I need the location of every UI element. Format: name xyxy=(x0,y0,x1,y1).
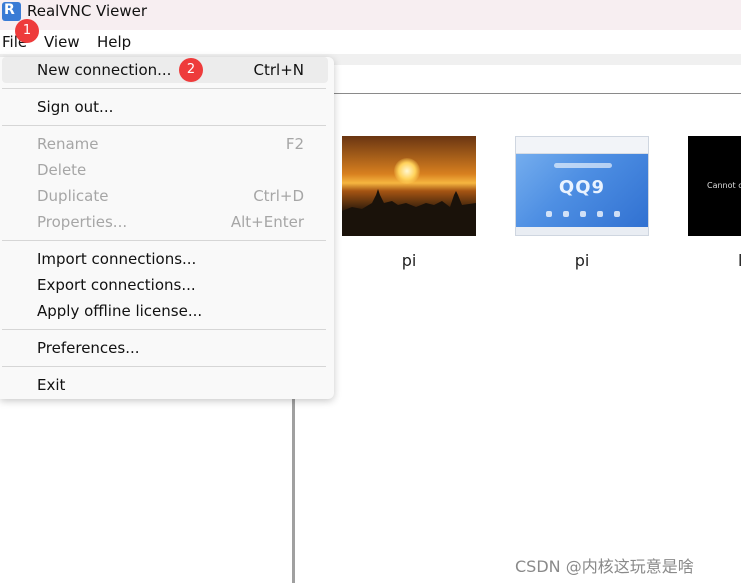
temple-silhouette xyxy=(342,189,476,236)
connection-tile-1[interactable]: pi xyxy=(342,136,476,270)
browser-toolbar-graphic xyxy=(516,137,648,154)
menu-view[interactable]: View xyxy=(44,33,80,51)
connection-name: pi xyxy=(574,251,590,270)
menu-item-delete: Delete xyxy=(2,157,328,183)
menu-item-label: Apply offline license... xyxy=(37,302,203,320)
file-menu-dropdown: New connection... Ctrl+N 2 Sign out... R… xyxy=(0,57,334,399)
menu-item-label: Properties... xyxy=(37,213,128,231)
menu-item-label: Sign out... xyxy=(37,98,114,116)
menu-separator xyxy=(2,329,326,330)
menu-item-exit[interactable]: Exit xyxy=(2,372,328,398)
shortcut-icon xyxy=(614,211,620,217)
menu-separator xyxy=(2,366,326,367)
menu-item-properties: Properties... Alt+Enter xyxy=(2,209,328,235)
menu-item-apply-offline-license[interactable]: Apply offline license... xyxy=(2,298,328,324)
menu-item-label: Export connections... xyxy=(37,276,196,294)
menu-item-preferences[interactable]: Preferences... xyxy=(2,335,328,361)
menu-separator xyxy=(2,240,326,241)
shortcut-icons xyxy=(546,211,620,217)
connection-name: pi xyxy=(401,251,417,270)
shortcut-icon xyxy=(546,211,552,217)
shortcut-icon xyxy=(580,211,586,217)
menu-item-shortcut: Alt+Enter xyxy=(230,213,304,231)
menu-item-duplicate: Duplicate Ctrl+D xyxy=(2,183,328,209)
connection-thumbnail-sunset xyxy=(342,136,476,236)
menu-item-new-connection[interactable]: New connection... Ctrl+N 2 xyxy=(2,57,328,83)
menu-item-sign-out[interactable]: Sign out... xyxy=(2,94,328,120)
title-bar: RealVNC Viewer xyxy=(0,0,741,30)
browser-search-graphic xyxy=(554,163,612,168)
thumbnail-logo: QQ9 xyxy=(558,177,606,198)
menu-item-label: Preferences... xyxy=(37,339,140,357)
step-badge-1: 1 xyxy=(15,19,39,43)
menu-item-export-connections[interactable]: Export connections... xyxy=(2,272,328,298)
menu-item-label: Duplicate xyxy=(37,187,109,205)
step-badge-2: 2 xyxy=(179,58,203,82)
thumbnail-message: Cannot cu xyxy=(707,181,741,190)
connection-thumbnail-desktop: QQ9 xyxy=(515,136,649,236)
taskbar-graphic xyxy=(516,227,648,235)
connection-tile-3[interactable]: Cannot cu l xyxy=(688,136,741,270)
window-title: RealVNC Viewer xyxy=(27,2,148,20)
menu-separator xyxy=(2,125,326,126)
menu-item-rename: Rename F2 xyxy=(2,131,328,157)
realvnc-logo-icon xyxy=(2,2,21,21)
menu-item-label: New connection... xyxy=(37,61,172,79)
menu-item-label: Delete xyxy=(37,161,87,179)
menu-item-label: Rename xyxy=(37,135,99,153)
menu-item-shortcut: F2 xyxy=(285,135,304,153)
menu-item-label: Exit xyxy=(37,376,66,394)
menu-item-shortcut: Ctrl+N xyxy=(253,61,304,79)
connection-thumbnail-black: Cannot cu xyxy=(688,136,741,236)
menu-item-shortcut: Ctrl+D xyxy=(253,187,304,205)
menu-item-label: Import connections... xyxy=(37,250,197,268)
shortcut-icon xyxy=(597,211,603,217)
connection-tile-2[interactable]: QQ9 pi xyxy=(515,136,649,270)
menu-bar: File View Help xyxy=(0,30,741,54)
menu-help[interactable]: Help xyxy=(97,33,131,51)
menu-separator xyxy=(2,88,326,89)
shortcut-icon xyxy=(563,211,569,217)
watermark: CSDN @内核这玩意是啥 xyxy=(515,557,694,576)
menu-item-import-connections[interactable]: Import connections... xyxy=(2,246,328,272)
